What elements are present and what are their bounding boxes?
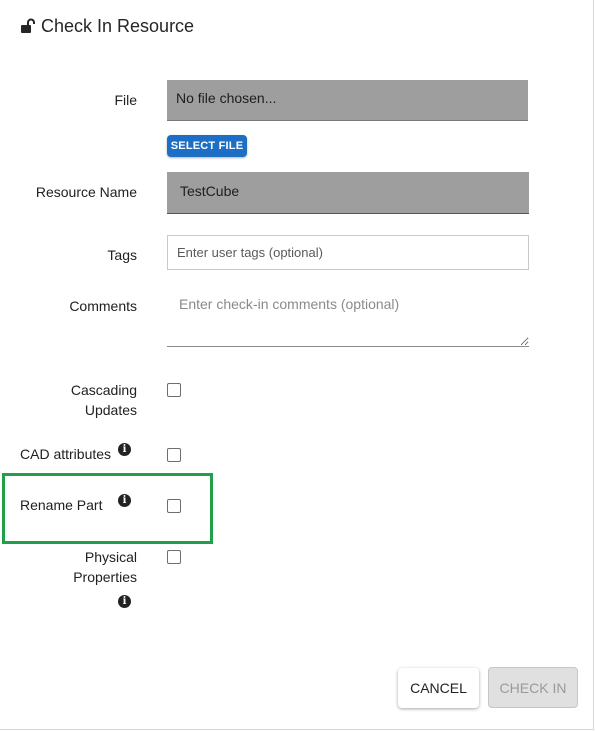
check-in-dialog: Check In Resource File No file chosen...… — [0, 0, 594, 730]
rename-part-label: Rename Part — [20, 497, 103, 513]
cascading-updates-label: Cascading Updates — [50, 380, 137, 420]
check-in-button[interactable]: CHECK IN — [488, 667, 578, 708]
comments-label: Comments — [69, 298, 137, 314]
physical-properties-label-line2: Properties — [73, 569, 137, 585]
tags-label: Tags — [107, 247, 137, 263]
file-label: File — [114, 92, 137, 108]
physical-properties-checkbox[interactable] — [167, 550, 181, 564]
resource-name-field[interactable]: TestCube — [167, 172, 529, 214]
rename-part-info-icon[interactable]: i — [118, 494, 131, 507]
cascading-updates-checkbox[interactable] — [167, 383, 181, 397]
resource-name-label: Resource Name — [35, 184, 137, 200]
cad-attributes-checkbox[interactable] — [167, 448, 181, 462]
physical-properties-info-icon[interactable]: i — [118, 595, 131, 608]
cascading-updates-label-line1: Cascading — [70, 382, 137, 398]
physical-properties-label: Physical Properties — [50, 547, 137, 587]
dialog-title: Check In Resource — [41, 15, 195, 36]
cad-attributes-label: CAD attributes — [20, 446, 112, 462]
dialog-header: Check In Resource — [20, 15, 194, 37]
cad-attributes-info-icon[interactable]: i — [118, 443, 131, 456]
select-file-button[interactable]: SELECT FILE — [167, 135, 247, 157]
tags-input[interactable] — [167, 235, 529, 270]
comments-textarea[interactable] — [167, 288, 529, 347]
physical-properties-label-line1: Physical — [84, 549, 137, 565]
file-field[interactable]: No file chosen... — [167, 80, 528, 121]
cascading-updates-label-line2: Updates — [84, 402, 137, 418]
cancel-button[interactable]: CANCEL — [398, 668, 479, 708]
unlock-icon — [21, 18, 35, 33]
rename-part-checkbox[interactable] — [167, 499, 181, 513]
